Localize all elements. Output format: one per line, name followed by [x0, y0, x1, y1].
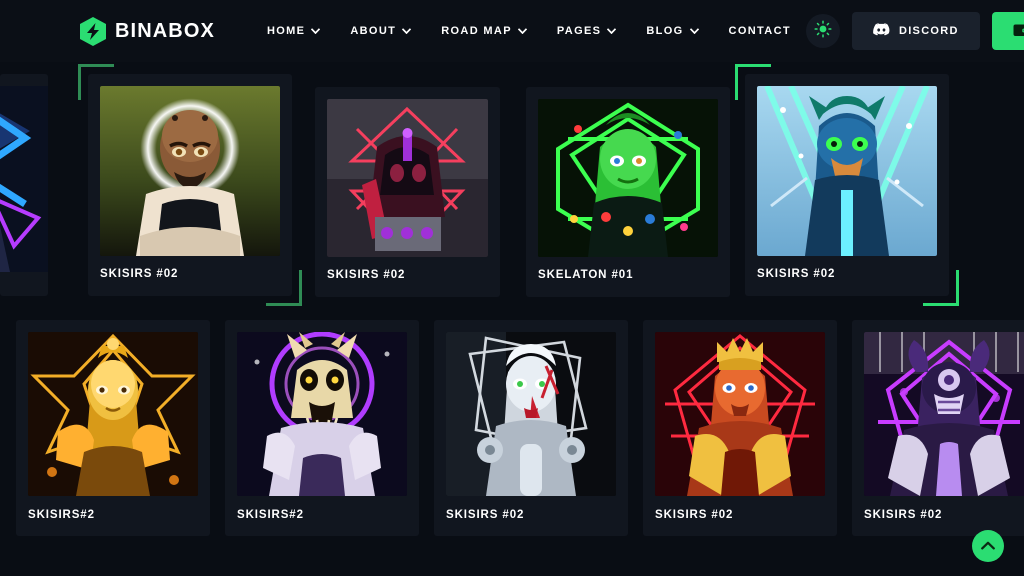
chevron-down-icon — [517, 28, 527, 34]
nft-card[interactable]: SKISIRS #02 — [78, 64, 302, 306]
nft-artwork — [0, 86, 48, 272]
nft-card-title: SKISIRS#2 — [237, 509, 304, 521]
scroll-to-top-button[interactable] — [972, 530, 1004, 562]
nft-artwork — [757, 86, 937, 256]
site-header: BINABOX HOME ABOUT ROAD MAP PAGES BLOG C… — [0, 0, 1024, 62]
nft-card-title: SKISIRS #02 — [446, 509, 525, 521]
sun-brightness-icon — [814, 19, 832, 43]
nft-card[interactable]: SKELATON #01 — [526, 87, 730, 297]
nav-label: ABOUT — [350, 25, 397, 37]
hexagon-bolt-logo-icon — [80, 16, 106, 46]
nav-item-home[interactable]: HOME — [252, 0, 335, 62]
nft-artwork — [100, 86, 280, 256]
nft-artwork — [655, 332, 825, 496]
nft-card-title: SKISIRS #02 — [327, 269, 406, 281]
nft-artwork — [446, 332, 616, 496]
nft-card[interactable]: SKISIRS#2 — [16, 320, 210, 536]
nav-label: PAGES — [556, 25, 602, 37]
nft-card-title: SKELATON #01 — [538, 269, 634, 281]
nft-card[interactable]: SKISIRS #02 — [434, 320, 628, 536]
brand-name: BINABOX — [115, 19, 215, 42]
nav-label: ROAD MAP — [441, 25, 512, 37]
nft-artwork — [864, 332, 1024, 496]
nft-artwork — [538, 99, 718, 257]
chevron-down-icon — [402, 28, 412, 34]
nft-card[interactable]: SKISIRS #02 — [735, 64, 959, 306]
nft-card-title: SKISIRS #02 — [100, 268, 179, 280]
wallet-icon — [1013, 23, 1024, 40]
nav-item-blog[interactable]: BLOG — [631, 0, 713, 62]
nft-card-title: SKISIRS #02 — [864, 509, 943, 521]
discord-button[interactable]: DISCORD — [851, 12, 980, 50]
nav-label: HOME — [266, 25, 306, 37]
nav-item-road-map[interactable]: ROAD MAP — [426, 0, 542, 62]
nft-artwork — [327, 99, 488, 257]
nav-item-about[interactable]: ABOUT — [335, 0, 426, 62]
chevron-down-icon — [607, 28, 617, 34]
nft-card[interactable]: SKISIRS #02 — [852, 320, 1024, 536]
theme-toggle-button[interactable] — [805, 14, 840, 48]
nav-item-contact[interactable]: CONTACT — [714, 0, 806, 62]
collection-grid-row: SKISIRS#2 SKISIRS#2 SKISIRS #02 SKISIRS … — [0, 320, 1024, 545]
nav-label: BLOG — [646, 25, 684, 37]
main-navigation: HOME ABOUT ROAD MAP PAGES BLOG CONTACT — [252, 0, 806, 62]
nft-card[interactable]: SKISIRS #02 — [643, 320, 837, 536]
nft-card-title: SKISIRS #02 — [757, 268, 836, 280]
chevron-up-icon — [981, 537, 995, 555]
nav-item-pages[interactable]: PAGES — [542, 0, 631, 62]
brand-logo-link[interactable]: BINABOX — [80, 16, 215, 46]
chevron-down-icon — [689, 28, 699, 34]
discord-icon — [873, 23, 890, 39]
nft-card-title: SKISIRS#2 — [28, 509, 95, 521]
nft-card[interactable]: SKISIRS #02 — [315, 87, 500, 297]
nav-label: CONTACT — [728, 25, 791, 37]
connect-wallet-button[interactable]: CONNECT — [991, 12, 1024, 50]
nft-card[interactable]: SKISIRS#2 — [225, 320, 419, 536]
discord-button-label: DISCORD — [898, 25, 959, 37]
nft-artwork — [28, 332, 198, 496]
nft-artwork — [237, 332, 407, 496]
featured-carousel-row: SKISIRS #02 SKISIRS #02 SKELATON #01 SKI… — [0, 62, 1024, 320]
nft-card[interactable] — [0, 74, 48, 296]
nft-card-title: SKISIRS #02 — [655, 509, 734, 521]
chevron-down-icon — [311, 28, 321, 34]
header-actions: DISCORD CONNECT — [805, 12, 1024, 50]
